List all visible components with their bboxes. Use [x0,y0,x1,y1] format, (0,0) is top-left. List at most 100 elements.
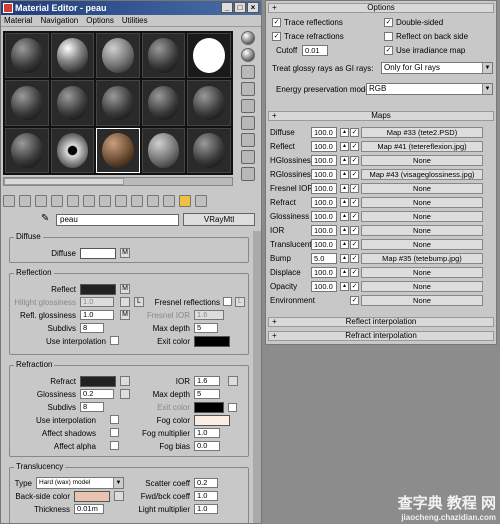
light-multiplier-field[interactable]: 1.0 [194,504,218,514]
options-icon[interactable] [241,133,255,147]
map-enable-checkbox[interactable]: ✓ [350,184,359,193]
map-amount-field[interactable]: 100.0 [311,127,337,138]
fwd-bck-coeff-field[interactable]: 1.0 [194,491,218,501]
material-navigator-icon[interactable] [241,167,255,181]
menu-navigation[interactable]: Navigation [40,16,78,25]
fresnel-lock-button[interactable]: L [235,297,245,307]
make-unique-icon[interactable] [83,195,95,207]
glossy-rays-dropdown[interactable]: Only for GI rays ▼ [381,62,493,74]
options-rollout-header[interactable]: + Options [268,3,494,13]
affect-shadows-checkbox[interactable] [110,428,119,437]
trace-reflections-checkbox[interactable]: ✓ [272,18,281,27]
map-spinner[interactable]: ▴ [340,170,349,179]
map-amount-field[interactable]: 100.0 [311,141,337,152]
refraction-subdivs-field[interactable]: 8 [80,402,104,412]
affect-alpha-checkbox[interactable] [110,441,119,450]
sample-slot[interactable] [187,33,231,79]
back-side-color-swatch[interactable] [74,491,110,502]
fog-bias-field[interactable]: 0.0 [194,441,220,451]
map-spinner[interactable]: ▴ [340,282,349,291]
fresnel-reflections-checkbox[interactable] [223,297,232,306]
sample-slot[interactable] [187,127,231,173]
refract-color-swatch[interactable] [80,376,116,387]
map-spinner[interactable]: ▴ [340,184,349,193]
map-spinner[interactable]: ▴ [340,254,349,263]
map-slot-button[interactable]: None [361,281,483,292]
slots-scrollbar[interactable] [3,177,233,186]
hilight-map-button[interactable] [120,297,130,307]
map-enable-checkbox[interactable]: ✓ [350,156,359,165]
refl-glossiness-map-button[interactable]: M [120,310,130,320]
thickness-field[interactable]: 0.01m [74,504,104,514]
refl-glossiness-field[interactable]: 1.0 [80,310,114,320]
map-spinner[interactable]: ▴ [340,212,349,221]
map-spinner[interactable]: ▴ [340,128,349,137]
reflection-subdivs-field[interactable]: 8 [80,323,104,333]
map-amount-field[interactable]: 5.0 [311,253,337,264]
reflection-exit-color-swatch[interactable] [194,336,230,347]
refraction-use-interpolation-checkbox[interactable] [110,415,119,424]
backlight-icon[interactable] [241,48,255,62]
map-amount-field[interactable]: 100.0 [311,225,337,236]
put-to-scene-icon[interactable] [19,195,31,207]
material-type-button[interactable]: VRayMtl [183,213,255,226]
fog-multiplier-field[interactable]: 1.0 [194,428,220,438]
map-amount-field[interactable]: 100.0 [311,169,337,180]
map-spinner[interactable]: ▴ [340,142,349,151]
make-preview-icon[interactable] [241,116,255,130]
fog-color-swatch[interactable] [194,415,230,426]
rollout-scrollbar[interactable] [253,231,261,523]
refract-map-button[interactable] [120,376,130,386]
map-enable-checkbox[interactable]: ✓ [350,240,359,249]
ior-field[interactable]: 1.6 [194,376,220,386]
uv-tiling-icon[interactable] [241,82,255,96]
map-amount-field[interactable]: 100.0 [311,155,337,166]
go-forward-sibling-icon[interactable] [179,195,191,207]
map-slot-button[interactable]: None [361,225,483,236]
reflect-color-swatch[interactable] [80,284,116,295]
put-to-library-icon[interactable] [99,195,111,207]
map-enable-checkbox[interactable]: ✓ [350,142,359,151]
material-name-field[interactable]: peau [56,213,179,226]
sample-slot[interactable] [141,33,186,79]
sample-slot[interactable] [96,80,140,126]
map-amount-field[interactable]: 100.0 [311,281,337,292]
map-enable-checkbox[interactable]: ✓ [350,254,359,263]
reset-map-icon[interactable] [51,195,63,207]
map-slot-button[interactable]: Map #35 (tetebump.jpg) [361,253,483,264]
fresnel-ior-field[interactable]: 1.6 [194,310,224,320]
sample-slot[interactable] [187,80,231,126]
map-enable-checkbox[interactable]: ✓ [350,170,359,179]
reflection-max-depth-field[interactable]: 5 [194,323,218,333]
maps-rollout-header[interactable]: + Maps [268,111,494,121]
go-to-parent-icon[interactable] [163,195,175,207]
unknown-tool-icon[interactable] [195,195,207,207]
diffuse-color-swatch[interactable] [80,248,116,259]
sample-slot-active[interactable] [96,127,140,173]
show-map-icon[interactable] [131,195,143,207]
scatter-coeff-field[interactable]: 0.2 [194,478,218,488]
menu-options[interactable]: Options [86,16,114,25]
map-slot-button[interactable]: Map #33 (tete2.PSD) [361,127,483,138]
maximize-button[interactable]: □ [234,2,246,13]
map-enable-checkbox[interactable]: ✓ [350,198,359,207]
map-spinner[interactable]: ▴ [340,240,349,249]
reflection-use-interpolation-checkbox[interactable] [110,336,119,345]
refraction-exit-color-swatch[interactable] [194,402,224,413]
map-slot-button[interactable]: None [361,295,483,306]
sample-slot[interactable] [96,33,140,79]
sample-type-icon[interactable] [241,31,255,45]
map-slot-button[interactable]: None [361,155,483,166]
copy-material-icon[interactable] [67,195,79,207]
select-by-material-icon[interactable] [241,150,255,164]
ior-map-button[interactable] [228,376,238,386]
sample-slot[interactable] [141,127,186,173]
map-slot-button[interactable]: None [361,211,483,222]
map-amount-field[interactable]: 100.0 [311,197,337,208]
refraction-max-depth-field[interactable]: 5 [194,389,220,399]
assign-material-icon[interactable] [35,195,47,207]
map-slot-button[interactable]: None [361,197,483,208]
double-sided-checkbox[interactable]: ✓ [384,18,393,27]
diffuse-map-button[interactable]: M [120,248,130,258]
eyedropper-icon[interactable]: ✎ [41,213,49,224]
